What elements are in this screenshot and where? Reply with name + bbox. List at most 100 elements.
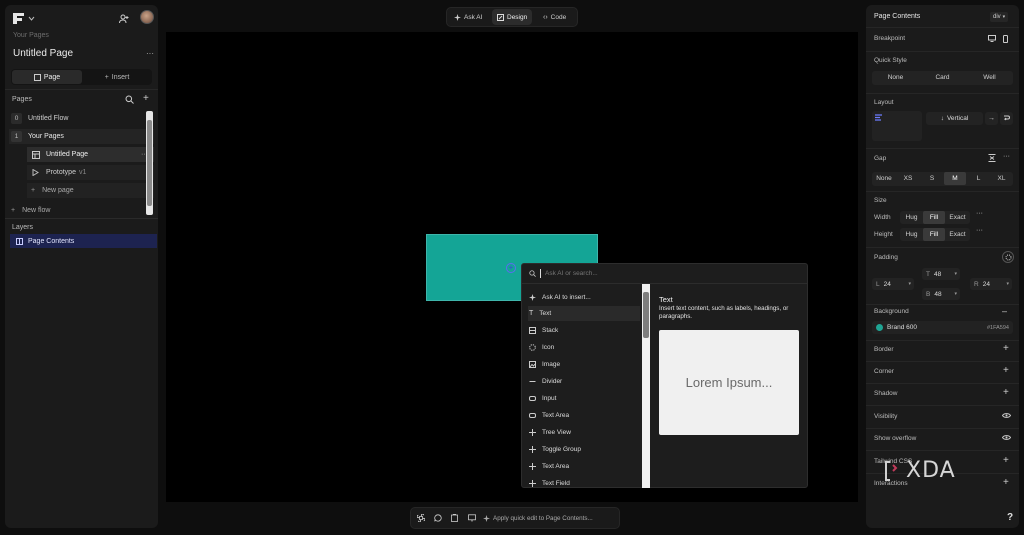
gap-m[interactable]: M — [944, 172, 966, 185]
command-icon[interactable] — [417, 514, 425, 522]
menu-item-input[interactable]: Input — [528, 391, 640, 406]
new-flow-button[interactable]: + New flow — [11, 203, 152, 218]
help-button[interactable]: ? — [1007, 512, 1013, 523]
height-fill[interactable]: Fill — [923, 228, 945, 241]
padding-bottom-field[interactable]: B 48 ▾ — [922, 288, 960, 300]
tree-item-label: Untitled Flow — [28, 115, 69, 122]
ask-ai-button[interactable]: Ask AI — [449, 9, 487, 25]
tag-selector[interactable]: div ▾ — [990, 12, 1009, 22]
scrollbar-thumb[interactable] — [643, 292, 649, 338]
tab-insert[interactable]: + Insert — [82, 70, 152, 84]
divider-icon — [529, 378, 536, 385]
gap-distribute-icon[interactable] — [988, 154, 996, 162]
insert-search-input[interactable] — [545, 270, 785, 277]
scrollbar-thumb[interactable] — [147, 120, 152, 206]
menu-item-text[interactable]: T Text — [528, 306, 640, 321]
new-page-button[interactable]: + New page — [27, 183, 154, 198]
quick-style-well[interactable]: Well — [966, 71, 1013, 84]
quick-style-none[interactable]: None — [872, 71, 919, 84]
menu-item-stack[interactable]: Stack — [528, 323, 640, 338]
menu-item-toggle-group[interactable]: Toggle Group — [528, 442, 640, 457]
add-border-icon[interactable]: + — [1003, 343, 1009, 354]
app-menu[interactable] — [12, 12, 35, 25]
sparkle-icon — [483, 515, 490, 522]
gap-l[interactable]: L — [967, 172, 990, 185]
page-title: Untitled Page — [13, 48, 74, 59]
menu-item-image[interactable]: Image — [528, 357, 640, 372]
add-interaction-icon[interactable]: + — [1003, 477, 1009, 488]
tree-item-untitled-page[interactable]: Untitled Page ··· — [27, 147, 154, 162]
divider — [866, 405, 1019, 406]
add-user-icon[interactable] — [118, 13, 130, 25]
layout-direction-button[interactable]: ↓ Vertical — [926, 112, 983, 125]
flow-number-badge: 1 — [11, 131, 22, 142]
layout-alignment-grid[interactable] — [872, 111, 922, 141]
divider — [866, 247, 1019, 248]
more-icon[interactable]: ··· — [146, 49, 154, 58]
eye-icon[interactable] — [1002, 412, 1011, 419]
tab-page[interactable]: Page — [12, 70, 82, 84]
insert-plus-icon[interactable]: + — [506, 263, 516, 273]
add-shadow-icon[interactable]: + — [1003, 387, 1009, 398]
wrap-layout-button[interactable] — [1000, 112, 1013, 125]
add-corner-icon[interactable]: + — [1003, 365, 1009, 376]
preview-title: Text — [659, 295, 673, 304]
gap-s[interactable]: S — [920, 172, 944, 185]
tree-item-untitled-flow[interactable]: 0 Untitled Flow — [11, 111, 148, 126]
preview-description: Insert text content, such as labels, hea… — [659, 305, 789, 320]
tree-item-your-pages[interactable]: 1 Your Pages — [9, 129, 154, 144]
horizontal-layout-button[interactable]: → — [985, 112, 998, 125]
quick-style-card[interactable]: Card — [919, 71, 966, 84]
menu-item-label: Ask AI to insert... — [542, 294, 591, 301]
layer-page-contents[interactable]: Page Contents — [10, 234, 157, 248]
menu-item-label: Input — [542, 395, 557, 402]
padding-left-field[interactable]: L 24 ▾ — [872, 278, 914, 290]
screen-icon[interactable] — [468, 514, 476, 522]
tree-item-prototype[interactable]: Prototype v1 — [27, 165, 154, 180]
menu-item-ask-ai[interactable]: Ask AI to insert... — [528, 290, 640, 305]
more-icon[interactable]: ··· — [976, 210, 983, 217]
avatar[interactable] — [140, 10, 154, 24]
add-tailwind-icon[interactable]: + — [1003, 455, 1009, 466]
quick-style-label: Quick Style — [874, 57, 907, 64]
desktop-icon[interactable] — [988, 35, 996, 42]
more-icon[interactable]: ··· — [1003, 153, 1010, 160]
arrow-right-icon: → — [988, 115, 995, 122]
padding-link-icon[interactable] — [1002, 251, 1014, 263]
divider — [866, 191, 1019, 192]
menu-item-divider[interactable]: Divider — [528, 374, 640, 389]
height-hug[interactable]: Hug — [900, 228, 923, 241]
menu-item-text-area[interactable]: Text Area — [528, 408, 640, 423]
background-fill-row[interactable]: Brand 600 #1FA594 — [872, 321, 1013, 334]
search-icon[interactable] — [125, 95, 134, 104]
chevron-down-icon: ▾ — [954, 271, 957, 277]
clipboard-icon[interactable] — [451, 514, 458, 522]
width-exact[interactable]: Exact — [945, 211, 970, 224]
menu-item-tree-view[interactable]: Tree View — [528, 425, 640, 440]
remove-icon[interactable]: – — [1002, 306, 1007, 316]
menu-item-icon[interactable]: Icon — [528, 340, 640, 355]
new-page-label: New page — [42, 187, 74, 194]
gap-xs[interactable]: XS — [896, 172, 920, 185]
width-fill[interactable]: Fill — [923, 211, 945, 224]
padding-top-field[interactable]: T 48 ▾ — [922, 268, 960, 280]
menu-item-text-field[interactable]: Text Field — [528, 476, 640, 491]
gap-xl[interactable]: XL — [990, 172, 1013, 185]
design-button[interactable]: Design — [492, 9, 533, 25]
padding-right-field[interactable]: R 24 ▾ — [970, 278, 1012, 290]
height-exact[interactable]: Exact — [945, 228, 970, 241]
ask-ai-label: Ask AI — [464, 13, 483, 21]
insert-list-scrollbar[interactable] — [642, 284, 650, 488]
pages-scrollbar[interactable] — [146, 111, 153, 215]
menu-item-text-area-2[interactable]: Text Area — [528, 459, 640, 474]
eye-icon[interactable] — [1002, 434, 1011, 441]
quick-edit-input[interactable]: Apply quick edit to Page Contents... — [483, 511, 617, 526]
add-page-icon[interactable]: + — [143, 93, 149, 104]
gap-none[interactable]: None — [872, 172, 896, 185]
mobile-icon[interactable] — [1003, 35, 1008, 43]
padding-label: Padding — [874, 254, 898, 261]
comment-icon[interactable] — [434, 514, 442, 522]
more-icon[interactable]: ··· — [976, 227, 983, 234]
width-hug[interactable]: Hug — [900, 211, 923, 224]
code-button[interactable]: ‹› Code — [538, 9, 571, 25]
